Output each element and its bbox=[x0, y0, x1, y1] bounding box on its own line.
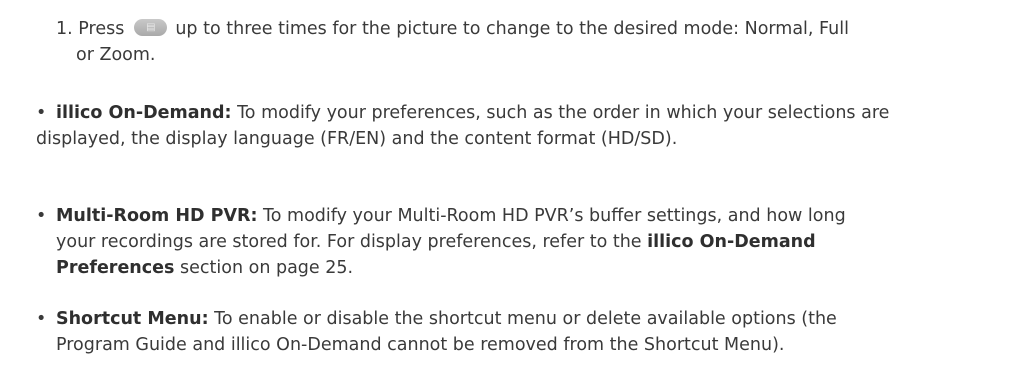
bullet-term: illico On-Demand: bbox=[56, 103, 232, 123]
bullet-dot: • bbox=[36, 309, 47, 329]
bullet-multi-room-pvr: • Multi-Room HD PVR: To modify your Mult… bbox=[36, 203, 1016, 281]
bullet-term: Shortcut Menu: bbox=[56, 309, 209, 329]
bullet-shortcut-menu: • Shortcut Menu: To enable or disable th… bbox=[36, 306, 1016, 358]
step-1-continuation: or Zoom. bbox=[76, 45, 156, 65]
aspect-key-icon: ▤ bbox=[134, 19, 168, 36]
bullet-text: To modify your preferences, such as the … bbox=[237, 103, 890, 123]
bullet-text-line2: Program Guide and illico On-Demand canno… bbox=[56, 335, 785, 355]
bullet-illico-on-demand: • illico On-Demand: To modify your prefe… bbox=[36, 100, 1016, 152]
bullet-dot: • bbox=[36, 206, 47, 226]
bullet-text: To modify your Multi-Room HD PVR’s buffe… bbox=[263, 206, 846, 226]
bullet-text-line2: displayed, the display language (FR/EN) … bbox=[36, 129, 678, 149]
step-text-before: Press bbox=[78, 19, 125, 39]
bullet-text-line2: your recordings are stored for. For disp… bbox=[56, 232, 642, 252]
step-1: 1. Press ▤ up to three times for the pictu… bbox=[56, 16, 1016, 42]
bullet-reference-bold: illico On-Demand bbox=[647, 232, 816, 252]
bullet-dot: • bbox=[36, 103, 47, 123]
bullet-term: Multi-Room HD PVR: bbox=[56, 206, 258, 226]
bullet-reference-bold-2: Preferences bbox=[56, 258, 175, 278]
step-number: 1. bbox=[56, 19, 73, 39]
bullet-text-line3: section on page 25. bbox=[180, 258, 354, 278]
bullet-text: To enable or disable the shortcut menu o… bbox=[214, 309, 837, 329]
step-text-after: up to three times for the picture to cha… bbox=[175, 19, 849, 39]
